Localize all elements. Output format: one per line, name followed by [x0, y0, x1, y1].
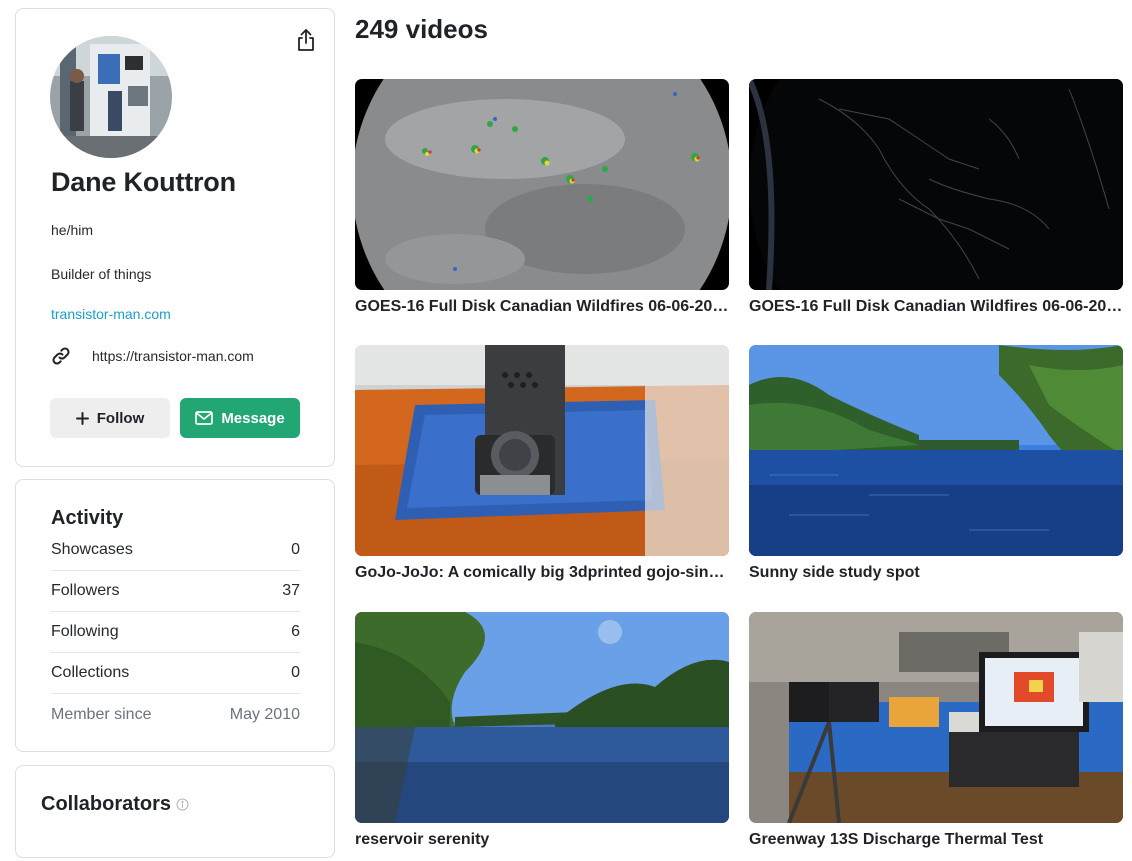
activity-title: Activity	[51, 507, 124, 529]
stat-label: Collections	[51, 664, 130, 681]
info-icon[interactable]	[176, 798, 189, 811]
stat-value: 0	[291, 541, 300, 558]
message-button[interactable]: Message	[180, 398, 300, 438]
video-title[interactable]: GOES-16 Full Disk Canadian Wildfires 06-…	[749, 298, 1123, 316]
video-title[interactable]: GOES-16 Full Disk Canadian Wildfires 06-…	[355, 298, 729, 316]
stat-label: Member since	[51, 705, 152, 723]
stat-value: 6	[291, 623, 300, 640]
profile-name: Dane Kouttron	[51, 167, 236, 197]
video-title[interactable]: GoJo-JoJo: A comically big 3dprinted goj…	[355, 564, 729, 582]
video-card: GoJo-JoJo: A comically big 3dprinted goj…	[355, 345, 729, 582]
video-card: GOES-16 Full Disk Canadian Wildfires 06-…	[355, 79, 729, 316]
mail-icon	[195, 411, 214, 425]
bio: Builder of things	[51, 266, 152, 282]
video-card: Sunny side study spot	[749, 345, 1123, 582]
follow-label: Follow	[96, 409, 145, 427]
stat-row-followers[interactable]: Followers 37	[51, 571, 300, 612]
collaborators-label: Collaborators	[41, 793, 172, 815]
video-card: reservoir serenity	[355, 612, 729, 849]
stat-value: May 2010	[229, 705, 300, 723]
stat-row-showcases[interactable]: Showcases 0	[51, 530, 300, 571]
video-title[interactable]: Sunny side study spot	[749, 564, 1123, 582]
stat-value: 0	[291, 664, 300, 681]
video-card: GOES-16 Full Disk Canadian Wildfires 06-…	[749, 79, 1123, 316]
message-label: Message	[221, 409, 285, 427]
profile-link-row[interactable]: https://transistor-man.com	[51, 345, 254, 367]
stat-label: Following	[51, 623, 119, 640]
videos-heading: 249 videos	[355, 14, 488, 44]
avatar[interactable]	[50, 36, 172, 158]
video-thumbnail[interactable]	[355, 345, 729, 556]
stat-value: 37	[282, 582, 300, 599]
stat-label: Showcases	[51, 541, 133, 558]
profile-card: Dane Kouttron he/him Builder of things t…	[15, 8, 335, 467]
video-thumbnail[interactable]	[355, 612, 729, 823]
stat-label: Followers	[51, 582, 120, 599]
video-card: Greenway 13S Discharge Thermal Test	[749, 612, 1123, 849]
follow-button[interactable]: Follow	[50, 398, 170, 438]
video-title[interactable]: Greenway 13S Discharge Thermal Test	[749, 831, 1123, 849]
video-thumbnail[interactable]	[749, 612, 1123, 823]
video-thumbnail[interactable]	[749, 345, 1123, 556]
collaborators-card: Collaborators	[15, 765, 335, 858]
website-link[interactable]: transistor-man.com	[51, 306, 171, 322]
stat-row-collections[interactable]: Collections 0	[51, 653, 300, 694]
pronouns: he/him	[51, 222, 94, 238]
stat-row-following[interactable]: Following 6	[51, 612, 300, 653]
activity-stats: Showcases 0 Followers 37 Following 6 Col…	[51, 530, 300, 735]
link-icon	[51, 346, 71, 366]
share-icon[interactable]	[294, 27, 318, 53]
video-title[interactable]: reservoir serenity	[355, 831, 729, 849]
link-url-text: https://transistor-man.com	[92, 348, 254, 364]
plus-icon	[75, 411, 89, 425]
stat-row-member-since: Member since May 2010	[51, 694, 300, 735]
activity-card: Activity Showcases 0 Followers 37 Follow…	[15, 479, 335, 752]
video-thumbnail[interactable]	[355, 79, 729, 290]
collaborators-title: Collaborators	[41, 793, 189, 816]
video-thumbnail[interactable]	[749, 79, 1123, 290]
